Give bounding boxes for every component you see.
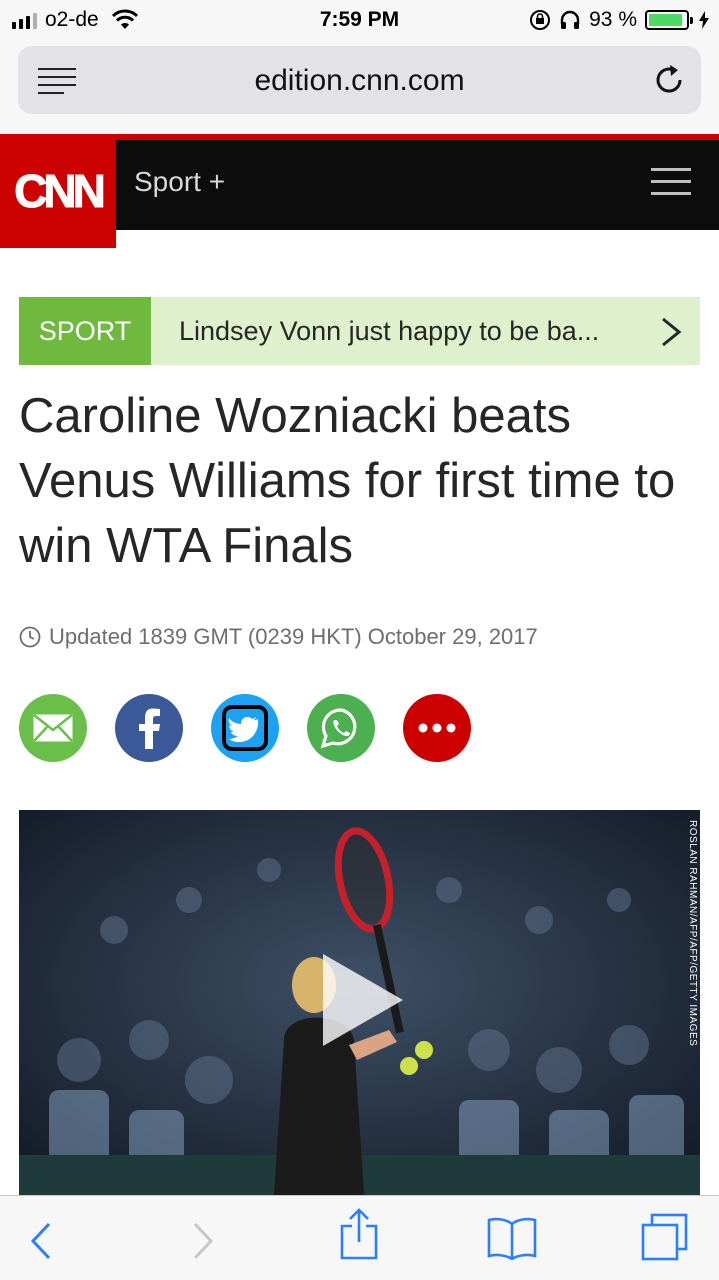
whatsapp-icon	[320, 708, 357, 749]
battery-icon	[645, 10, 693, 30]
cnn-logo[interactable]: CNN	[0, 134, 116, 248]
share-whatsapp-button[interactable]	[307, 694, 375, 762]
more-icon	[418, 723, 456, 733]
share-more-button[interactable]	[403, 694, 471, 762]
share-facebook-button[interactable]	[115, 694, 183, 762]
article-headline: Caroline Wozniacki beats Venus Williams …	[19, 389, 676, 573]
bookmarks-icon[interactable]	[486, 1216, 538, 1260]
updated-text: Updated 1839 GMT (0239 HKT) October 29, …	[49, 624, 538, 649]
reload-icon[interactable]	[651, 62, 687, 98]
hamburger-menu-icon[interactable]	[651, 168, 691, 196]
status-bar: o2-de 7:59 PM 93 %	[0, 0, 719, 40]
related-story-strip[interactable]: SPORT Lindsey Vonn just happy to be ba..…	[19, 297, 700, 365]
play-icon[interactable]	[319, 950, 409, 1050]
section-tag[interactable]: SPORT	[19, 297, 151, 365]
share-twitter-button[interactable]	[211, 694, 279, 762]
share-email-button[interactable]	[19, 694, 87, 762]
browser-chrome: edition.cnn.com	[0, 40, 719, 134]
back-icon[interactable]	[30, 1222, 52, 1260]
article-video[interactable]: ROSLAN RAHMAN/AFP/AFP/GETTY IMAGES	[19, 810, 700, 1195]
battery-percent: 93 %	[589, 8, 637, 31]
url-text[interactable]: edition.cnn.com	[18, 64, 701, 98]
cnn-logo-text: CNN	[14, 165, 107, 218]
address-bar[interactable]: edition.cnn.com	[18, 46, 701, 114]
headphones-icon	[560, 10, 580, 29]
charging-bolt-icon	[699, 11, 709, 29]
facebook-icon	[139, 708, 160, 749]
rotation-lock-icon	[530, 10, 551, 30]
mail-icon	[33, 714, 73, 742]
browser-toolbar	[0, 1195, 719, 1280]
related-headline[interactable]: Lindsey Vonn just happy to be ba...	[179, 316, 659, 347]
tabs-icon[interactable]	[640, 1212, 690, 1262]
chevron-right-icon[interactable]	[660, 317, 682, 347]
twitter-icon	[222, 705, 268, 751]
clock-icon	[19, 626, 41, 648]
photo-credit: ROSLAN RAHMAN/AFP/AFP/GETTY IMAGES	[687, 820, 698, 1047]
section-menu[interactable]: Sport +	[134, 166, 225, 198]
status-right: 93 %	[529, 8, 709, 32]
article-timestamp: Updated 1839 GMT (0239 HKT) October 29, …	[19, 624, 538, 650]
forward-icon[interactable]	[192, 1222, 214, 1260]
share-icon[interactable]	[338, 1208, 380, 1260]
